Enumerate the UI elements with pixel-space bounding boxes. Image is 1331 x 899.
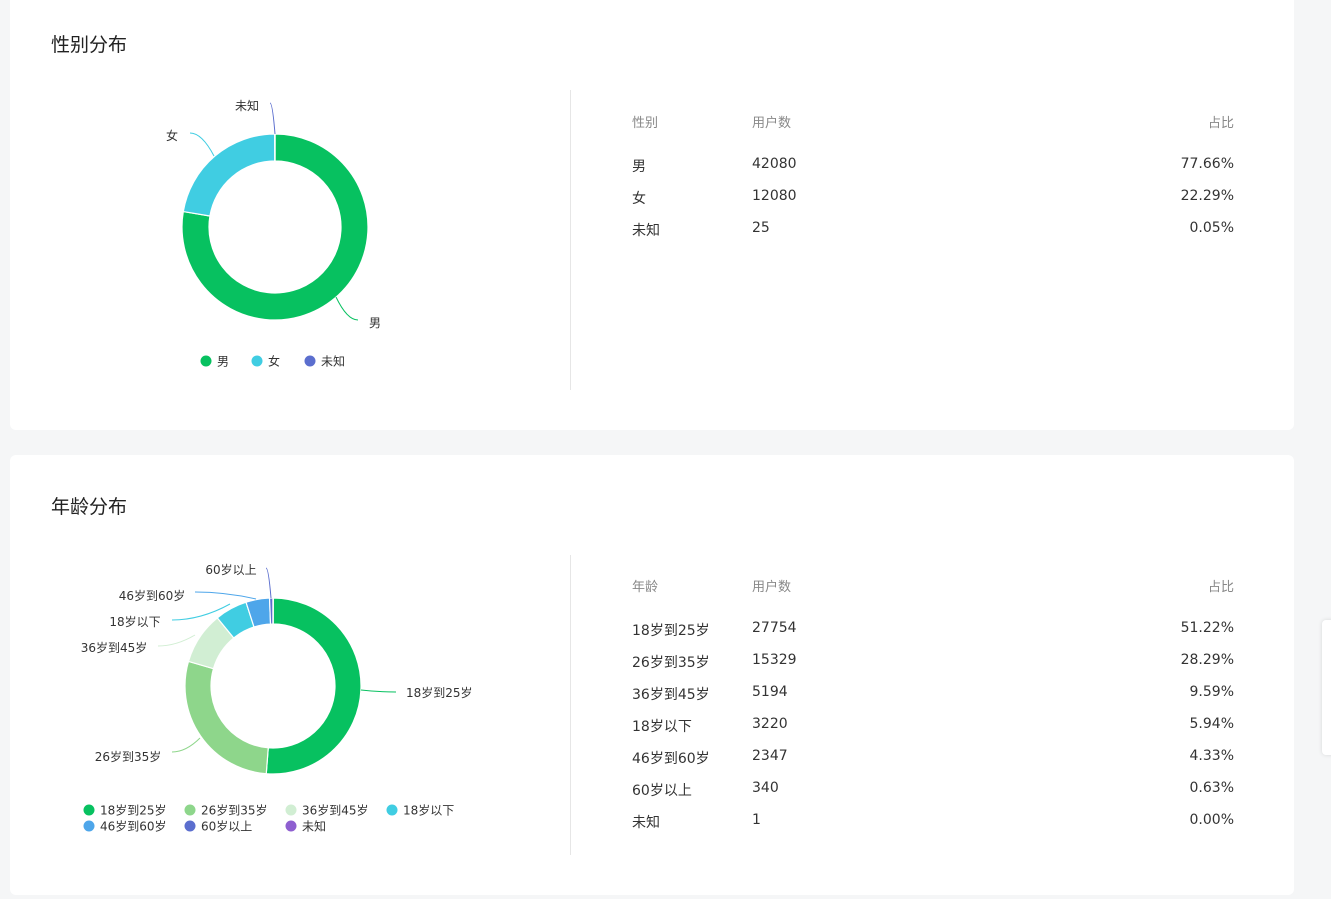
cell-label: 60岁以上: [632, 783, 692, 799]
leader-line: [157, 634, 196, 647]
legend-label: 46岁到60岁: [100, 819, 167, 834]
cell-count: 3220: [752, 716, 788, 732]
cell-label: 36岁到45岁: [632, 687, 710, 703]
table-row: 18岁到25岁 27754 51.22%: [632, 620, 1234, 652]
table-row: 18岁以下 3220 5.94%: [632, 716, 1234, 748]
legend-dot-icon: [386, 804, 398, 816]
slice-label: 60岁以上: [205, 562, 256, 577]
legend-item[interactable]: 18岁以下: [386, 803, 455, 818]
table-header: 年龄 用户数 占比: [632, 576, 1234, 620]
cell-ratio: 9.59%: [1189, 684, 1234, 700]
cell-count: 12080: [752, 188, 797, 204]
legend-item[interactable]: 60岁以上: [184, 819, 253, 834]
divider: [570, 90, 571, 390]
cell-count: 42080: [752, 156, 797, 172]
cell-label: 女: [632, 191, 646, 207]
legend-label: 18岁以下: [403, 803, 454, 818]
legend-label: 36岁到45岁: [302, 803, 369, 818]
legend-dot-icon: [184, 820, 196, 832]
gender-table: 性别 用户数 占比 男 42080 77.66% 女 12080 22.29% 未知 25…: [632, 112, 1234, 252]
cell-count: 25: [752, 220, 770, 236]
legend-dot-icon: [285, 820, 297, 832]
cell-label: 男: [632, 159, 646, 175]
header-age: 年龄: [632, 580, 659, 595]
legend-item[interactable]: 18岁到25岁: [83, 803, 167, 818]
table-row: 36岁到45岁 5194 9.59%: [632, 684, 1234, 716]
age-donut-chart: 18岁到25岁 18岁到25岁 26岁到35岁 26岁到35岁 36岁到45岁 36岁到4…: [81, 562, 473, 834]
donut-slice-1[interactable]: [184, 660, 269, 775]
leader-line: [171, 737, 201, 753]
cell-ratio: 0.05%: [1189, 220, 1234, 236]
table-row: 26岁到35岁 15329 28.29%: [632, 652, 1234, 684]
legend-item[interactable]: 未知: [285, 820, 327, 834]
table-row: 男 42080 77.66%: [632, 156, 1234, 188]
legend-item[interactable]: 36岁到45岁: [285, 803, 369, 818]
slice-label: 26岁到35岁: [95, 749, 162, 764]
age-table: 年龄 用户数 占比 18岁到25岁 27754 51.22% 26岁到35岁 1532…: [632, 576, 1234, 844]
cell-ratio: 5.94%: [1189, 716, 1234, 732]
table-header: 性别 用户数 占比: [632, 112, 1234, 156]
cell-ratio: 51.22%: [1180, 620, 1234, 636]
cell-label: 未知: [632, 815, 660, 831]
legend-item[interactable]: 46岁到60岁: [83, 819, 167, 834]
cell-count: 1: [752, 812, 761, 828]
table-row: 未知 1 0.00%: [632, 812, 1234, 844]
cell-count: 27754: [752, 620, 797, 636]
legend-label: 未知: [302, 820, 326, 834]
table-row: 女 12080 22.29%: [632, 188, 1234, 220]
header-users: 用户数: [752, 116, 792, 131]
cell-ratio: 22.29%: [1180, 188, 1234, 204]
legend-dot-icon: [184, 804, 196, 816]
slice-label: 46岁到60岁: [119, 588, 186, 603]
cell-ratio: 77.66%: [1180, 156, 1234, 172]
divider: [570, 555, 571, 855]
side-float-tab[interactable]: [1322, 620, 1331, 755]
leader-line: [265, 567, 272, 599]
cell-count: 340: [752, 780, 779, 796]
header-users: 用户数: [752, 580, 792, 595]
table-row: 60岁以上 340 0.63%: [632, 780, 1234, 812]
cell-count: 15329: [752, 652, 797, 668]
cell-count: 5194: [752, 684, 788, 700]
cell-label: 18岁到25岁: [632, 623, 710, 639]
legend-dot-icon: [285, 804, 297, 816]
cell-count: 2347: [752, 748, 788, 764]
header-ratio: 占比: [1207, 116, 1234, 131]
legend-label: 18岁到25岁: [100, 803, 167, 818]
table-row: 46岁到60岁 2347 4.33%: [632, 748, 1234, 780]
legend-dot-icon: [83, 804, 95, 816]
slice-label: 36岁到45岁: [81, 640, 148, 655]
cell-ratio: 4.33%: [1189, 748, 1234, 764]
table-row: 未知 25 0.05%: [632, 220, 1234, 252]
donut-slice-0[interactable]: [265, 597, 362, 775]
leader-line: [194, 591, 257, 600]
header-gender: 性别: [632, 116, 659, 131]
header-ratio: 占比: [1207, 580, 1234, 595]
cell-ratio: 0.00%: [1189, 812, 1234, 828]
legend-label: 26岁到35岁: [201, 803, 268, 818]
slice-label: 18岁到25岁: [406, 685, 473, 700]
cell-label: 46岁到60岁: [632, 751, 710, 767]
slice-label: 18岁以下: [109, 614, 160, 629]
legend-label: 60岁以上: [201, 819, 252, 834]
cell-label: 26岁到35岁: [632, 655, 710, 671]
legend-dot-icon: [83, 820, 95, 832]
cell-ratio: 28.29%: [1180, 652, 1234, 668]
leader-line: [360, 689, 397, 693]
legend-item[interactable]: 26岁到35岁: [184, 803, 268, 818]
cell-label: 未知: [632, 223, 660, 239]
cell-ratio: 0.63%: [1189, 780, 1234, 796]
cell-label: 18岁以下: [632, 719, 692, 735]
